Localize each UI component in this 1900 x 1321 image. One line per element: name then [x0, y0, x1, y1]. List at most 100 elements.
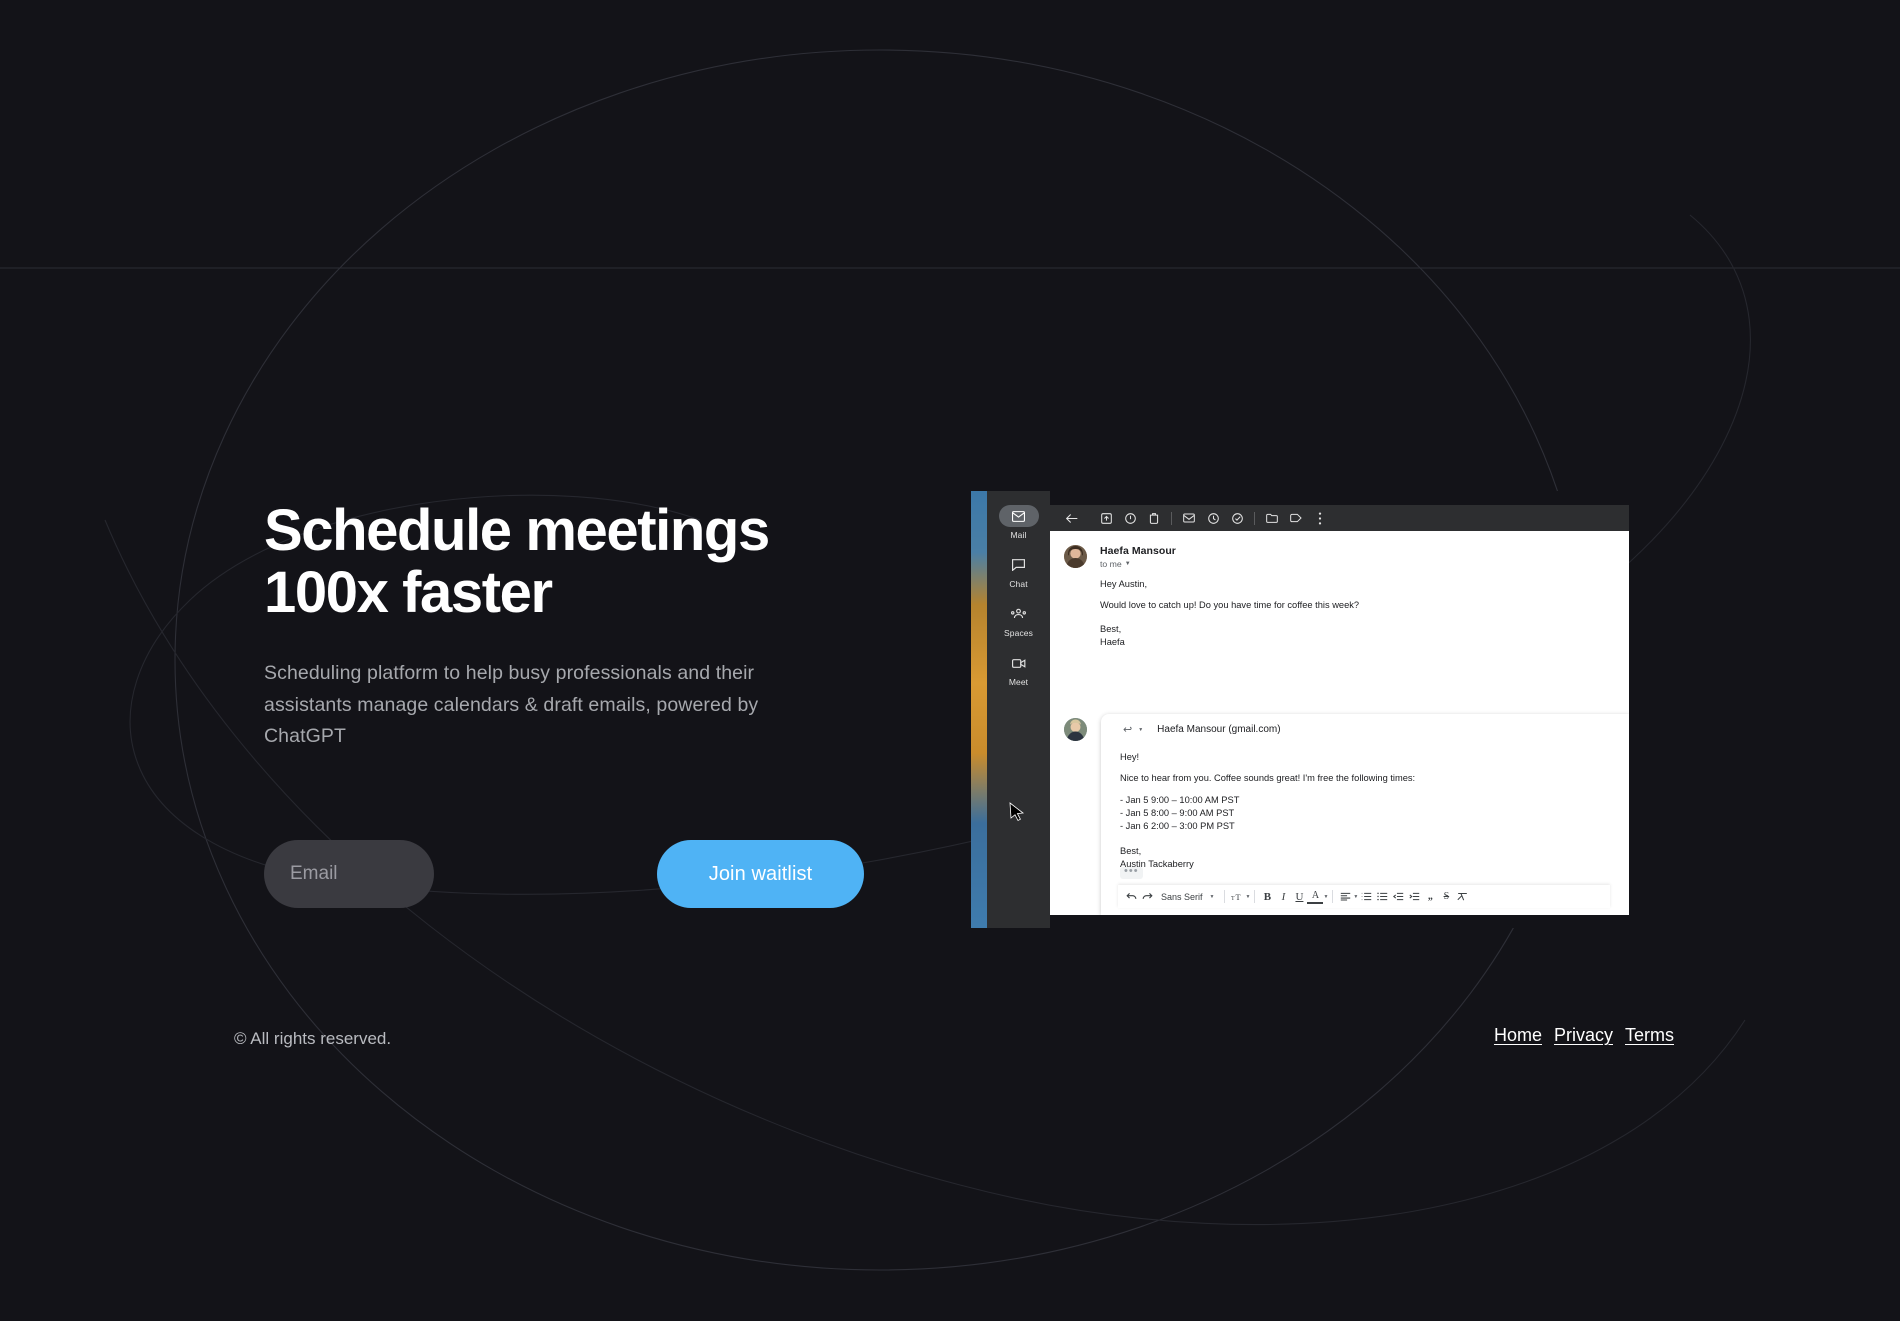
font-size-icon[interactable]: T T	[1229, 888, 1245, 906]
report-spam-icon[interactable]	[1118, 506, 1142, 530]
format-divider-2	[1254, 890, 1256, 903]
svg-text:T: T	[1231, 896, 1235, 902]
font-family-value: Sans Serif	[1161, 891, 1203, 902]
reply-arrow-icon[interactable]: ↩	[1123, 723, 1132, 736]
message-greeting: Hey Austin,	[1100, 579, 1148, 589]
reply-signoff: Best,	[1120, 845, 1142, 856]
reply-header: ↩ ▼ Haefa Mansour (gmail.com)	[1101, 714, 1629, 736]
avatar-austin	[1064, 718, 1087, 741]
reply-intro: Nice to hear from you. Coffee sounds gre…	[1120, 773, 1416, 783]
sidebar-item-meet[interactable]: Meet	[987, 652, 1050, 687]
product-screenshot: Mail Chat Spaces Meet Haefa Mansour to m…	[971, 491, 1629, 928]
email-message: Haefa Mansour to me ▼ Hey Austin, Would …	[1050, 531, 1629, 649]
sidebar-item-chat[interactable]: Chat	[987, 554, 1050, 589]
meet-icon	[999, 652, 1039, 674]
message-signature: Haefa	[1100, 636, 1125, 647]
archive-icon[interactable]	[1094, 506, 1118, 530]
chat-icon	[999, 554, 1039, 576]
waitlist-form: Join waitlist	[264, 840, 864, 908]
reply-type-chevron-icon[interactable]: ▼	[1138, 727, 1143, 733]
font-size-chevron-icon[interactable]: ▼	[1245, 894, 1250, 900]
svg-text:T: T	[1236, 893, 1241, 902]
chevron-down-icon[interactable]: ▼	[1125, 561, 1131, 567]
label-icon[interactable]	[1284, 506, 1308, 530]
footer-link-terms[interactable]: Terms	[1625, 1025, 1674, 1046]
time-slot: - Jan 5 9:00 – 10:00 AM PST	[1120, 795, 1240, 805]
footer-link-privacy[interactable]: Privacy	[1554, 1025, 1613, 1046]
copyright-text: © All rights reserved.	[234, 1029, 392, 1048]
move-to-icon[interactable]	[1260, 506, 1284, 530]
desktop-wallpaper-edge	[971, 491, 987, 928]
time-slot: - Jan 5 8:00 – 9:00 AM PST	[1120, 808, 1235, 819]
show-trimmed-content-button[interactable]: •••	[1120, 866, 1143, 879]
email-input[interactable]	[264, 840, 434, 908]
text-color-chevron-icon[interactable]: ▼	[1323, 894, 1328, 900]
formatting-toolbar: Sans Serif ▼ T T ▼ B I U A ▼ ▼ „ S	[1118, 885, 1610, 908]
google-app-rail: Mail Chat Spaces Meet	[987, 491, 1050, 928]
back-arrow-icon[interactable]	[1060, 506, 1084, 530]
time-slot: - Jan 6 2:00 – 3:00 PM PST	[1120, 821, 1235, 832]
italic-button[interactable]: I	[1275, 888, 1291, 906]
sidebar-label-spaces: Spaces	[1004, 628, 1033, 638]
add-to-tasks-icon[interactable]	[1225, 506, 1249, 530]
quote-icon[interactable]: „	[1422, 888, 1438, 906]
message-sender: Haefa Mansour	[1100, 545, 1176, 557]
sidebar-item-mail[interactable]: Mail	[987, 505, 1050, 540]
more-options-icon[interactable]	[1308, 506, 1332, 530]
bold-button[interactable]: B	[1259, 888, 1275, 906]
sidebar-label-chat: Chat	[1009, 579, 1028, 589]
message-content: Haefa Mansour to me ▼ Hey Austin, Would …	[1100, 545, 1629, 649]
delete-icon[interactable]	[1142, 506, 1166, 530]
mail-icon	[998, 505, 1039, 527]
strikethrough-icon[interactable]: S	[1438, 888, 1454, 906]
headline-line-1: Schedule meetings	[264, 498, 770, 563]
snooze-icon[interactable]	[1201, 506, 1225, 530]
undo-icon[interactable]	[1123, 888, 1139, 906]
indent-less-icon[interactable]	[1390, 888, 1406, 906]
toolbar-divider-2	[1254, 511, 1255, 525]
spaces-icon	[999, 603, 1039, 625]
reply-recipient: Haefa Mansour (gmail.com)	[1157, 724, 1281, 735]
message-signature-block: Best, Haefa	[1100, 623, 1629, 649]
align-icon[interactable]	[1337, 888, 1353, 906]
gmail-window: Haefa Mansour to me ▼ Hey Austin, Would …	[1050, 505, 1629, 915]
footer-link-home[interactable]: Home	[1494, 1025, 1542, 1046]
reply-signature: Austin Tackaberry	[1120, 858, 1194, 869]
underline-button[interactable]: U	[1291, 888, 1307, 906]
recipient-label: to me	[1100, 559, 1122, 569]
headline-line-2: 100x faster	[264, 560, 553, 626]
message-signoff: Best,	[1100, 623, 1122, 634]
message-recipient-line: to me ▼	[1100, 559, 1629, 569]
reply-time-slots: - Jan 5 9:00 – 10:00 AM PST - Jan 5 8:00…	[1120, 794, 1629, 834]
gmail-conversation: Haefa Mansour to me ▼ Hey Austin, Would …	[1050, 531, 1629, 915]
hero-subheadline: Scheduling platform to help busy profess…	[264, 662, 759, 748]
reply-body[interactable]: Hey! Nice to hear from you. Coffee sound…	[1101, 736, 1629, 871]
text-color-button[interactable]: A	[1307, 890, 1324, 904]
chevron-down-icon: ▼	[1209, 893, 1215, 900]
page-title: Schedule meetings 100x faster	[264, 498, 884, 626]
numbered-list-icon[interactable]	[1358, 888, 1374, 906]
mark-unread-icon[interactable]	[1177, 506, 1201, 530]
sidebar-label-meet: Meet	[1008, 677, 1029, 687]
hero-section: Schedule meetings 100x faster Scheduling…	[264, 498, 884, 753]
reply-greeting: Hey!	[1120, 752, 1140, 762]
avatar-haefa	[1064, 545, 1087, 568]
landing-page: Schedule meetings 100x faster Scheduling…	[0, 0, 1900, 1321]
gmail-toolbar	[1050, 505, 1629, 531]
bulleted-list-icon[interactable]	[1374, 888, 1390, 906]
sidebar-item-spaces[interactable]: Spaces	[987, 603, 1050, 638]
message-paragraph: Would love to catch up! Do you have time…	[1100, 600, 1360, 611]
redo-icon[interactable]	[1139, 888, 1155, 906]
reply-signature-block: Best, Austin Tackaberry	[1120, 845, 1629, 871]
message-body: Hey Austin, Would love to catch up! Do y…	[1100, 579, 1629, 649]
join-waitlist-button[interactable]: Join waitlist	[657, 840, 864, 908]
reply-compose-card[interactable]: ↩ ▼ Haefa Mansour (gmail.com) Hey! Nice …	[1064, 714, 1629, 915]
footer-links: Home Privacy Terms	[1494, 1025, 1674, 1046]
sidebar-label-mail: Mail	[1010, 530, 1027, 540]
font-family-select[interactable]: Sans Serif ▼	[1155, 892, 1220, 902]
format-divider-1	[1224, 890, 1226, 903]
indent-more-icon[interactable]	[1406, 888, 1422, 906]
format-divider-3	[1332, 890, 1334, 903]
remove-formatting-icon[interactable]	[1454, 888, 1470, 906]
toolbar-divider-1	[1171, 511, 1172, 525]
